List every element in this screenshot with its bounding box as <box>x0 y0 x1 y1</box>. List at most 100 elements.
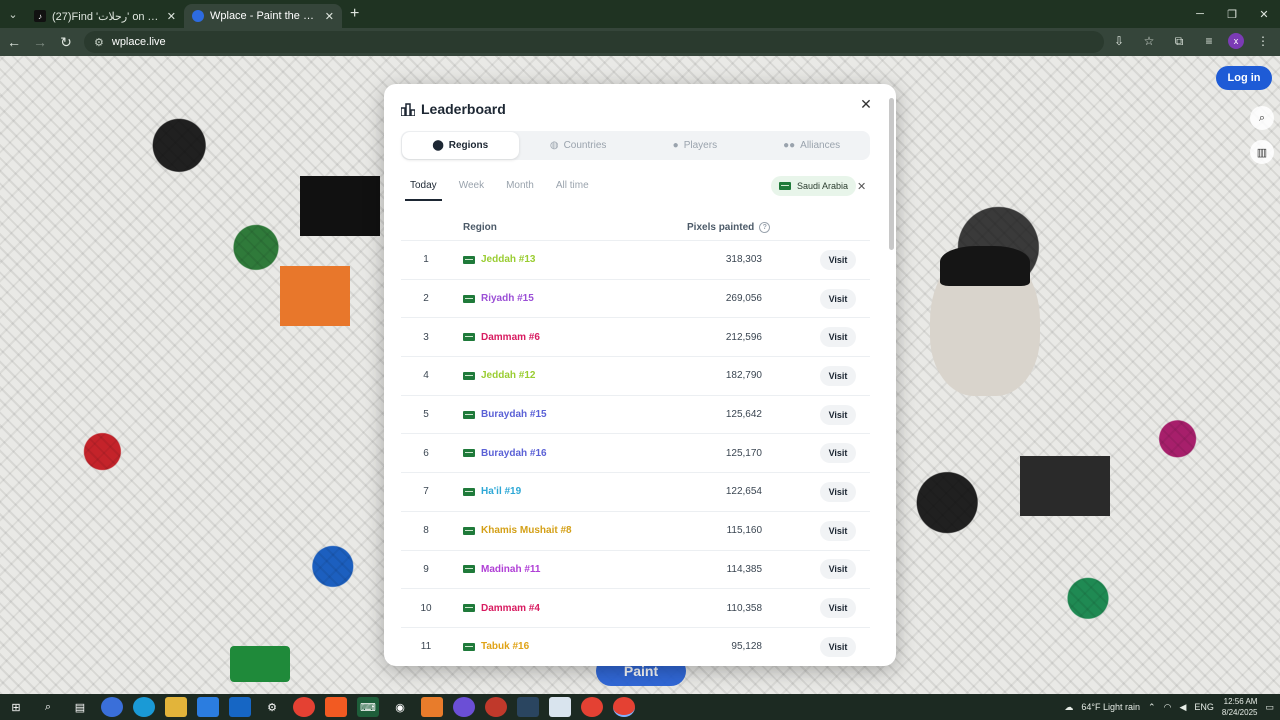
saudi-flag-icon <box>463 410 475 419</box>
period-all-time[interactable]: All time <box>551 180 594 201</box>
chrome-profile-icon[interactable] <box>485 697 507 717</box>
visit-button[interactable]: Visit <box>820 327 856 348</box>
saudi-flag-icon <box>463 449 475 458</box>
new-tab-plus-icon[interactable]: + <box>350 5 359 23</box>
install-app-icon[interactable]: ⇩ <box>1108 30 1130 52</box>
country-filter-label: Saudi Arabia <box>797 181 849 191</box>
app-icon[interactable] <box>421 697 443 717</box>
table-header: Region Pixels painted ? <box>401 215 870 241</box>
period-week[interactable]: Week <box>454 180 489 201</box>
url-field[interactable]: ⚙ wplace.live <box>84 31 1104 53</box>
visit-button[interactable]: Visit <box>820 288 856 309</box>
tab-label: Countries <box>563 140 607 151</box>
clear-filter-icon[interactable]: ✕ <box>857 180 866 193</box>
tab-countries[interactable]: ◍ Countries <box>520 131 637 160</box>
back-arrow-icon[interactable]: ← <box>2 30 26 54</box>
volume-icon[interactable]: ◀ <box>1179 702 1186 713</box>
windows-start-icon[interactable]: ⊞ <box>5 697 27 717</box>
language-indicator[interactable]: ENG <box>1194 702 1214 712</box>
pixels-painted: 115,160 <box>726 525 762 537</box>
clock[interactable]: 12:56 AM 8/24/2025 <box>1222 696 1258 718</box>
file-explorer-icon[interactable] <box>165 697 187 717</box>
vpn-icon[interactable]: ◉ <box>389 697 411 717</box>
login-button[interactable]: Log in <box>1216 66 1272 90</box>
period-month[interactable]: Month <box>501 180 539 201</box>
search-icon[interactable]: ⌕ <box>37 697 59 717</box>
minimize-icon[interactable]: ─ <box>1184 0 1216 28</box>
tab-regions[interactable]: ⬤ Regions <box>402 132 519 159</box>
site-info-icon[interactable]: ⚙ <box>94 36 104 49</box>
leaderboard-row: 2 Riyadh #15 269,056 Visit <box>401 280 870 319</box>
notifications-icon[interactable]: ▭ <box>1265 702 1274 713</box>
task-view-icon[interactable]: ▤ <box>69 697 91 717</box>
outlook-icon[interactable] <box>229 697 251 717</box>
country-filter-chip[interactable]: Saudi Arabia <box>771 176 857 196</box>
close-window-icon[interactable]: ✕ <box>1248 0 1280 28</box>
region-cell: Ha'il #19 <box>463 486 521 497</box>
restore-icon[interactable]: ❐ <box>1216 0 1248 28</box>
copilot-icon[interactable] <box>101 697 123 717</box>
store-icon[interactable] <box>197 697 219 717</box>
visit-button[interactable]: Visit <box>820 249 856 270</box>
extensions-puzzle-icon[interactable]: ⧉ <box>1168 30 1190 52</box>
close-tab-icon[interactable]: ✕ <box>325 10 334 23</box>
window-controls: ─ ❐ ✕ <box>1184 0 1280 28</box>
tiktok-icon: ♪ <box>34 10 46 22</box>
chrome-icon[interactable] <box>293 697 315 717</box>
terminal-icon[interactable]: ⌨ <box>357 697 379 717</box>
app-icon[interactable] <box>453 697 475 717</box>
scope-selector: ⬤ Regions ◍ Countries ● Players ●● Allia… <box>401 131 870 160</box>
leaderboard-row: 10 Dammam #4 110,358 Visit <box>401 589 870 628</box>
globe-icon: ◍ <box>549 140 559 151</box>
pixels-painted: 269,056 <box>725 293 762 305</box>
region-cell: Madinah #11 <box>463 564 540 575</box>
close-tab-icon[interactable]: ✕ <box>167 10 176 23</box>
steam-icon[interactable] <box>517 697 539 717</box>
help-icon[interactable]: ? <box>759 222 771 233</box>
tab-search-chevron-icon[interactable]: ⌄ <box>0 0 26 28</box>
visit-button[interactable]: Visit <box>820 598 856 619</box>
wifi-icon[interactable]: ◠ <box>1164 702 1172 713</box>
brave-icon[interactable] <box>325 697 347 717</box>
settings-icon[interactable]: ⚙ <box>261 697 283 717</box>
profile-avatar[interactable]: x <box>1228 33 1244 49</box>
tray-chevron-icon[interactable]: ⌃ <box>1148 702 1156 713</box>
edge-icon[interactable] <box>133 697 155 717</box>
region-name: Jeddah #12 <box>481 370 536 382</box>
browser-tab-tiktok[interactable]: ♪ (27)Find 'رحلات' on TikTok | TikTok ✕ <box>26 4 184 28</box>
leaderboard-icon[interactable]: ▥ <box>1250 140 1274 164</box>
visit-button[interactable]: Visit <box>820 481 856 502</box>
tab-title: Wplace - Paint the world <box>210 10 319 22</box>
visit-button[interactable]: Visit <box>820 636 856 657</box>
weather-text[interactable]: 64°F Light rain <box>1081 702 1140 712</box>
chrome-icon[interactable] <box>581 697 603 717</box>
visit-button[interactable]: Visit <box>820 520 856 541</box>
rank-number: 1 <box>423 254 429 266</box>
reading-list-icon[interactable]: ≡ <box>1198 30 1220 52</box>
browser-menu-icon[interactable]: ⋮ <box>1252 30 1274 52</box>
weather-icon[interactable]: ☁ <box>1064 702 1073 713</box>
tab-label: Alliances <box>800 140 841 151</box>
rank-number: 7 <box>423 486 429 498</box>
leaderboard-rows: 1 Jeddah #13 318,303 Visit 2 Riyadh #15 269,05… <box>401 241 870 666</box>
close-icon[interactable]: ✕ <box>858 96 874 112</box>
modal-scrollbar[interactable] <box>889 98 894 250</box>
visit-button[interactable]: Visit <box>820 443 856 464</box>
region-name: Buraydah #16 <box>481 447 547 459</box>
chrome-active-icon[interactable] <box>613 697 635 717</box>
browser-tab-wplace[interactable]: Wplace - Paint the world ✕ <box>184 4 342 28</box>
visit-button[interactable]: Visit <box>820 404 856 425</box>
visit-button[interactable]: Visit <box>820 365 856 386</box>
map-side-controls: ⌕ ▥ <box>1250 106 1274 164</box>
reload-icon[interactable]: ↻ <box>54 30 78 54</box>
visit-button[interactable]: Visit <box>820 559 856 580</box>
search-icon[interactable]: ⌕ <box>1250 106 1274 130</box>
pixels-painted: 318,303 <box>725 254 762 266</box>
bookmark-star-icon[interactable]: ☆ <box>1138 30 1160 52</box>
leaderboard-row: 9 Madinah #11 114,385 Visit <box>401 551 870 590</box>
tab-players[interactable]: ● Players <box>637 131 754 160</box>
notepad-icon[interactable] <box>549 697 571 717</box>
forward-arrow-icon[interactable]: → <box>28 30 52 54</box>
tab-alliances[interactable]: ●● Alliances <box>753 131 870 160</box>
period-today[interactable]: Today <box>405 180 442 201</box>
